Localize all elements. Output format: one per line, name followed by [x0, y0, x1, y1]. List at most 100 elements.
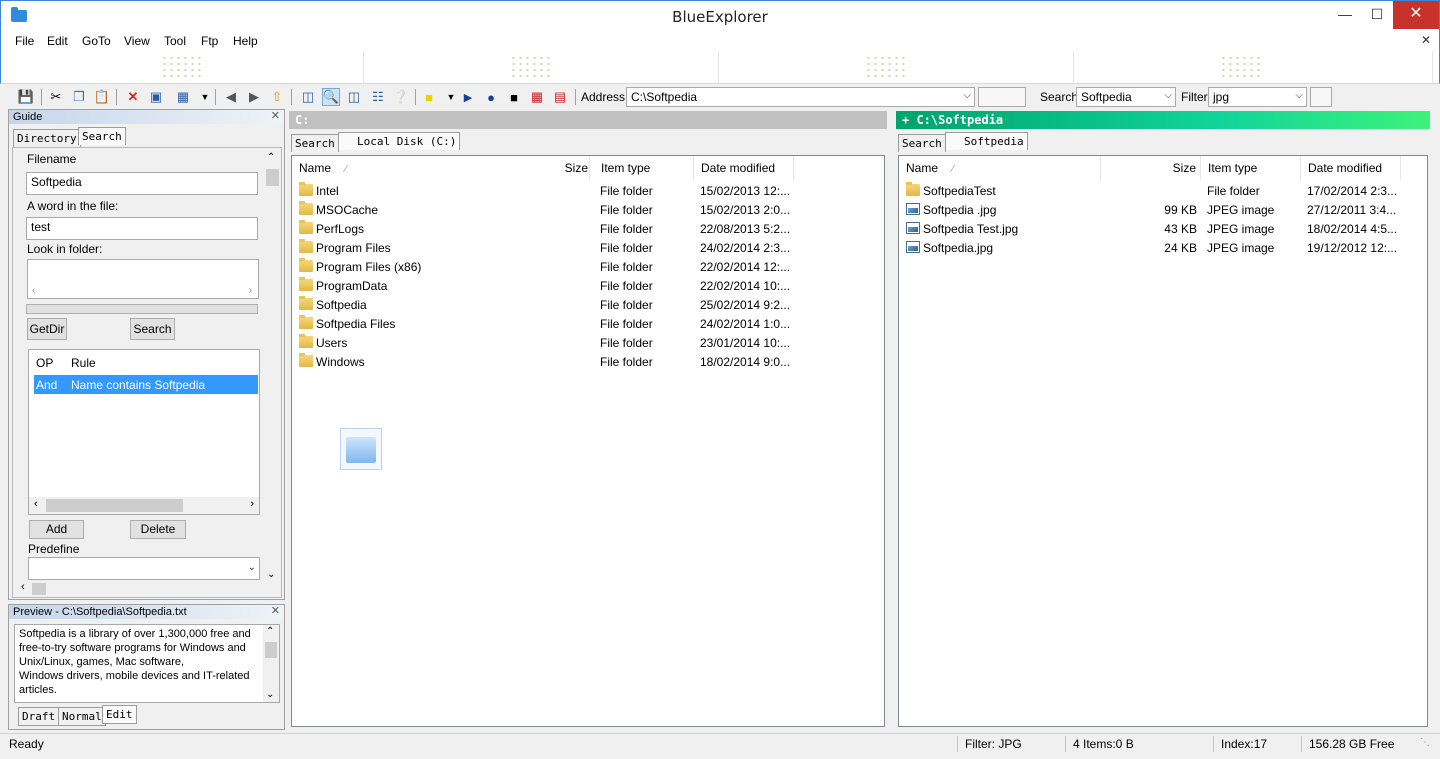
preview-text[interactable]: Softpedia is a library of over 1,300,000… — [14, 624, 280, 703]
close-icon[interactable]: ✕ — [271, 604, 280, 618]
preview-vscrollbar[interactable]: ⌃ ⌄ — [263, 625, 279, 702]
file-row[interactable]: ProgramData File folder 22/02/2014 10:... — [292, 276, 884, 295]
form-hscrollbar[interactable]: ‹ — [15, 581, 263, 597]
file-row[interactable]: Softpedia File folder 25/02/2014 9:2... — [292, 295, 884, 314]
filter-combo[interactable]: jpg ⌵ — [1208, 87, 1307, 107]
close-button[interactable]: ✕ — [1393, 1, 1439, 29]
col-date[interactable]: Date modified — [1301, 156, 1401, 180]
file-row[interactable]: PerfLogs File folder 22/08/2013 5:2... — [292, 219, 884, 238]
file-row[interactable]: Softpedia .jpg 99 KB JPEG image 27/12/2011 … — [899, 200, 1427, 219]
file-row[interactable]: SoftpediaTest File folder 17/02/2014 2:3..… — [899, 181, 1427, 200]
menu-goto[interactable]: GoTo — [82, 34, 111, 48]
minimize-button[interactable]: — — [1329, 1, 1361, 29]
help-icon[interactable]: ❔ — [392, 88, 410, 106]
rules-list[interactable]: OP Rule And Name contains Softpedia ‹ › — [28, 349, 260, 515]
schedule-icon[interactable]: ▤ — [551, 88, 569, 106]
right-file-list[interactable]: Name ⁄ Size Item type Date modified Softp… — [898, 155, 1428, 727]
play-icon[interactable]: ▶ — [459, 88, 477, 106]
tab-softpedia[interactable]: Softpedia — [945, 132, 1028, 150]
file-row[interactable]: Users File folder 23/01/2014 10:... — [292, 333, 884, 352]
cut-icon[interactable]: ✂ — [47, 88, 65, 106]
resize-grip-icon[interactable]: ⋱ — [1420, 737, 1430, 748]
view-mode-icon[interactable]: ▦ — [174, 88, 192, 106]
search-combo[interactable]: Softpedia ⌵ — [1076, 87, 1176, 107]
close-icon[interactable]: ✕ — [271, 109, 280, 123]
chevron-up-icon[interactable]: ⌃ — [267, 152, 275, 163]
highlight-icon[interactable]: ■ — [420, 88, 438, 106]
tab-draft[interactable]: Draft — [18, 707, 60, 726]
folder-input[interactable]: ‹ › — [27, 259, 259, 299]
file-row[interactable]: MSOCache File folder 15/02/2013 2:0... — [292, 200, 884, 219]
calendar-icon[interactable]: ▦ — [528, 88, 546, 106]
file-row[interactable]: Softpedia Test.jpg 43 KB JPEG image 18/02/2… — [899, 219, 1427, 238]
rename-icon[interactable]: ▣ — [147, 88, 165, 106]
chevron-left-icon[interactable]: ‹ — [34, 498, 38, 510]
filename-input[interactable]: Softpedia — [26, 172, 258, 195]
forward-icon[interactable]: ▶ — [245, 88, 263, 106]
chevron-down-icon[interactable]: ⌵ — [1295, 90, 1303, 101]
chevron-down-icon[interactable]: ⌵ — [1164, 90, 1172, 101]
tab-search[interactable]: Search — [78, 127, 126, 145]
col-size[interactable]: Size — [492, 156, 592, 180]
left-file-list[interactable]: Name ⁄ Size Item type Date modified Intel… — [291, 155, 885, 727]
predefine-combo[interactable]: ⌄ — [28, 557, 260, 580]
record-icon[interactable]: ● — [482, 88, 500, 106]
scrollbar-thumb[interactable] — [265, 642, 277, 658]
back-icon[interactable]: ◀ — [222, 88, 240, 106]
apply-filter-button[interactable] — [1310, 87, 1332, 107]
view-dropdown-icon[interactable]: ▼ — [196, 88, 214, 106]
file-row[interactable]: Program Files (x86) File folder 22/02/2014… — [292, 257, 884, 276]
copy-icon[interactable]: ❐ — [70, 88, 88, 106]
menu-tool[interactable]: Tool — [164, 34, 186, 48]
chevron-right-icon[interactable]: › — [250, 498, 254, 510]
file-row[interactable]: Intel File folder 15/02/2013 12:... — [292, 181, 884, 200]
add-button[interactable]: Add — [29, 520, 84, 539]
menu-file[interactable]: File — [15, 34, 34, 48]
scrollbar-thumb[interactable] — [266, 169, 279, 186]
maximize-button[interactable]: ☐ — [1361, 1, 1393, 29]
go-button[interactable] — [978, 87, 1026, 107]
chevron-right-icon[interactable]: › — [249, 285, 252, 296]
up-folder-icon[interactable]: ⇧ — [268, 88, 286, 106]
highlight-dropdown-icon[interactable]: ▼ — [442, 88, 460, 106]
col-type[interactable]: Item type — [594, 156, 694, 180]
tab-normal[interactable]: Normal — [58, 707, 106, 726]
getdir-button[interactable]: GetDir — [27, 318, 67, 340]
stop-icon[interactable]: ■ — [505, 88, 523, 106]
file-row[interactable]: Softpedia.jpg 24 KB JPEG image 19/12/2012 1… — [899, 238, 1427, 257]
file-row[interactable]: Program Files File folder 24/02/2014 2:3..… — [292, 238, 884, 257]
file-row[interactable]: Softpedia Files File folder 24/02/2014 1:0… — [292, 314, 884, 333]
chevron-down-icon[interactable]: ⌄ — [248, 562, 256, 573]
rules-hscrollbar[interactable]: ‹ › — [29, 497, 259, 514]
file-row[interactable]: Windows File folder 18/02/2014 9:0... — [292, 352, 884, 371]
chevron-down-icon[interactable]: ⌄ — [267, 569, 275, 580]
chevron-down-icon[interactable]: ⌄ — [266, 688, 274, 702]
search-button[interactable]: Search — [130, 318, 175, 340]
word-input[interactable]: test — [26, 217, 258, 240]
col-size[interactable]: Size — [1101, 156, 1201, 180]
scrollbar-thumb[interactable] — [46, 499, 183, 512]
network-icon[interactable]: ☷ — [369, 88, 387, 106]
tab-directory[interactable]: Directory — [13, 129, 81, 147]
tab-local-disk[interactable]: Local Disk (C:) — [338, 132, 461, 150]
delete-button[interactable]: Delete — [130, 520, 186, 539]
preview-toggle-icon[interactable]: 🔍 — [322, 88, 340, 106]
save-icon[interactable]: 💾 — [17, 88, 35, 106]
tab-right-search[interactable]: Search — [898, 134, 946, 152]
col-name[interactable]: Name ⁄ — [899, 156, 1101, 180]
address-input[interactable]: C:\Softpedia ⌵ — [626, 87, 975, 107]
mdi-close-icon[interactable]: ✕ — [1421, 33, 1431, 47]
col-date[interactable]: Date modified — [694, 156, 794, 180]
form-vscrollbar[interactable]: ⌃ ⌄ — [264, 150, 281, 596]
paste-icon[interactable]: 📋 — [93, 88, 111, 106]
rule-row[interactable]: And Name contains Softpedia — [34, 375, 258, 394]
chevron-left-icon[interactable]: ‹ — [21, 581, 25, 593]
scrollbar-thumb[interactable] — [32, 583, 46, 595]
panel-layout-icon[interactable]: ◫ — [345, 88, 363, 106]
menu-ftp[interactable]: Ftp — [201, 34, 218, 48]
delete-icon[interactable]: ✕ — [124, 88, 142, 106]
chevron-left-icon[interactable]: ‹ — [32, 285, 35, 296]
tab-left-search[interactable]: Search — [291, 134, 339, 152]
col-type[interactable]: Item type — [1201, 156, 1301, 180]
tab-edit[interactable]: Edit — [102, 705, 137, 724]
